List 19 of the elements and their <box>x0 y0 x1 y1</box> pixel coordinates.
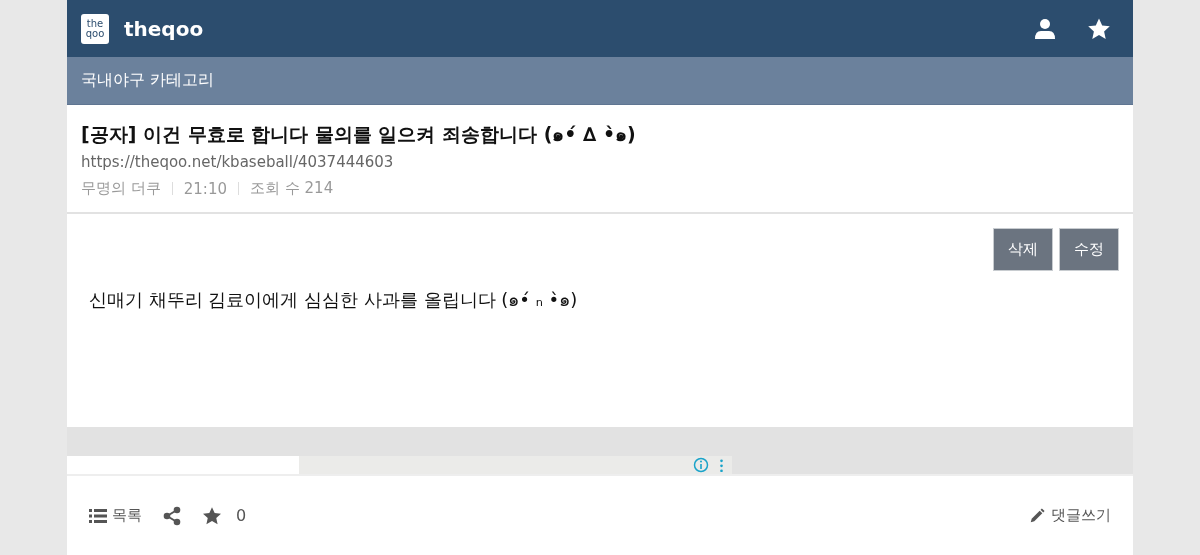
pencil-icon[interactable] <box>1028 507 1046 524</box>
category-title[interactable]: 국내야구 카테고리 <box>81 70 215 91</box>
post-url[interactable]: https://theqoo.net/kbaseball/4037444603 <box>81 153 1119 171</box>
post-body: 신매기 채뚜리 김료이에게 심심한 사과를 올립니다 (๑•́ ₙ •̀๑) <box>89 288 579 312</box>
post-title: [공자] 이건 무효로 합니다 물의를 일으켜 죄송합니다 (๑•́ ∆ •̀๑) <box>81 122 637 147</box>
star-count: 0 <box>236 506 247 525</box>
post-meta: 조회 수 214 <box>250 179 334 198</box>
logo-icon[interactable]: the qoo <box>81 13 109 44</box>
post-meta: 무명의 더쿠 <box>81 179 161 198</box>
list-icon[interactable] <box>89 507 107 524</box>
write-comment-link[interactable]: 댓글쓰기 <box>1028 506 1111 525</box>
post-action-button[interactable]: 삭제 <box>993 228 1053 271</box>
site-name[interactable]: theqoo <box>124 16 204 41</box>
star-icon[interactable] <box>202 505 222 526</box>
list-link[interactable]: 목록 <box>89 506 142 525</box>
post-action-button[interactable]: 수정 <box>1059 228 1119 271</box>
share-icon[interactable] <box>162 505 182 526</box>
post-meta: 21:10 <box>183 179 227 198</box>
user-icon[interactable] <box>1033 16 1057 41</box>
